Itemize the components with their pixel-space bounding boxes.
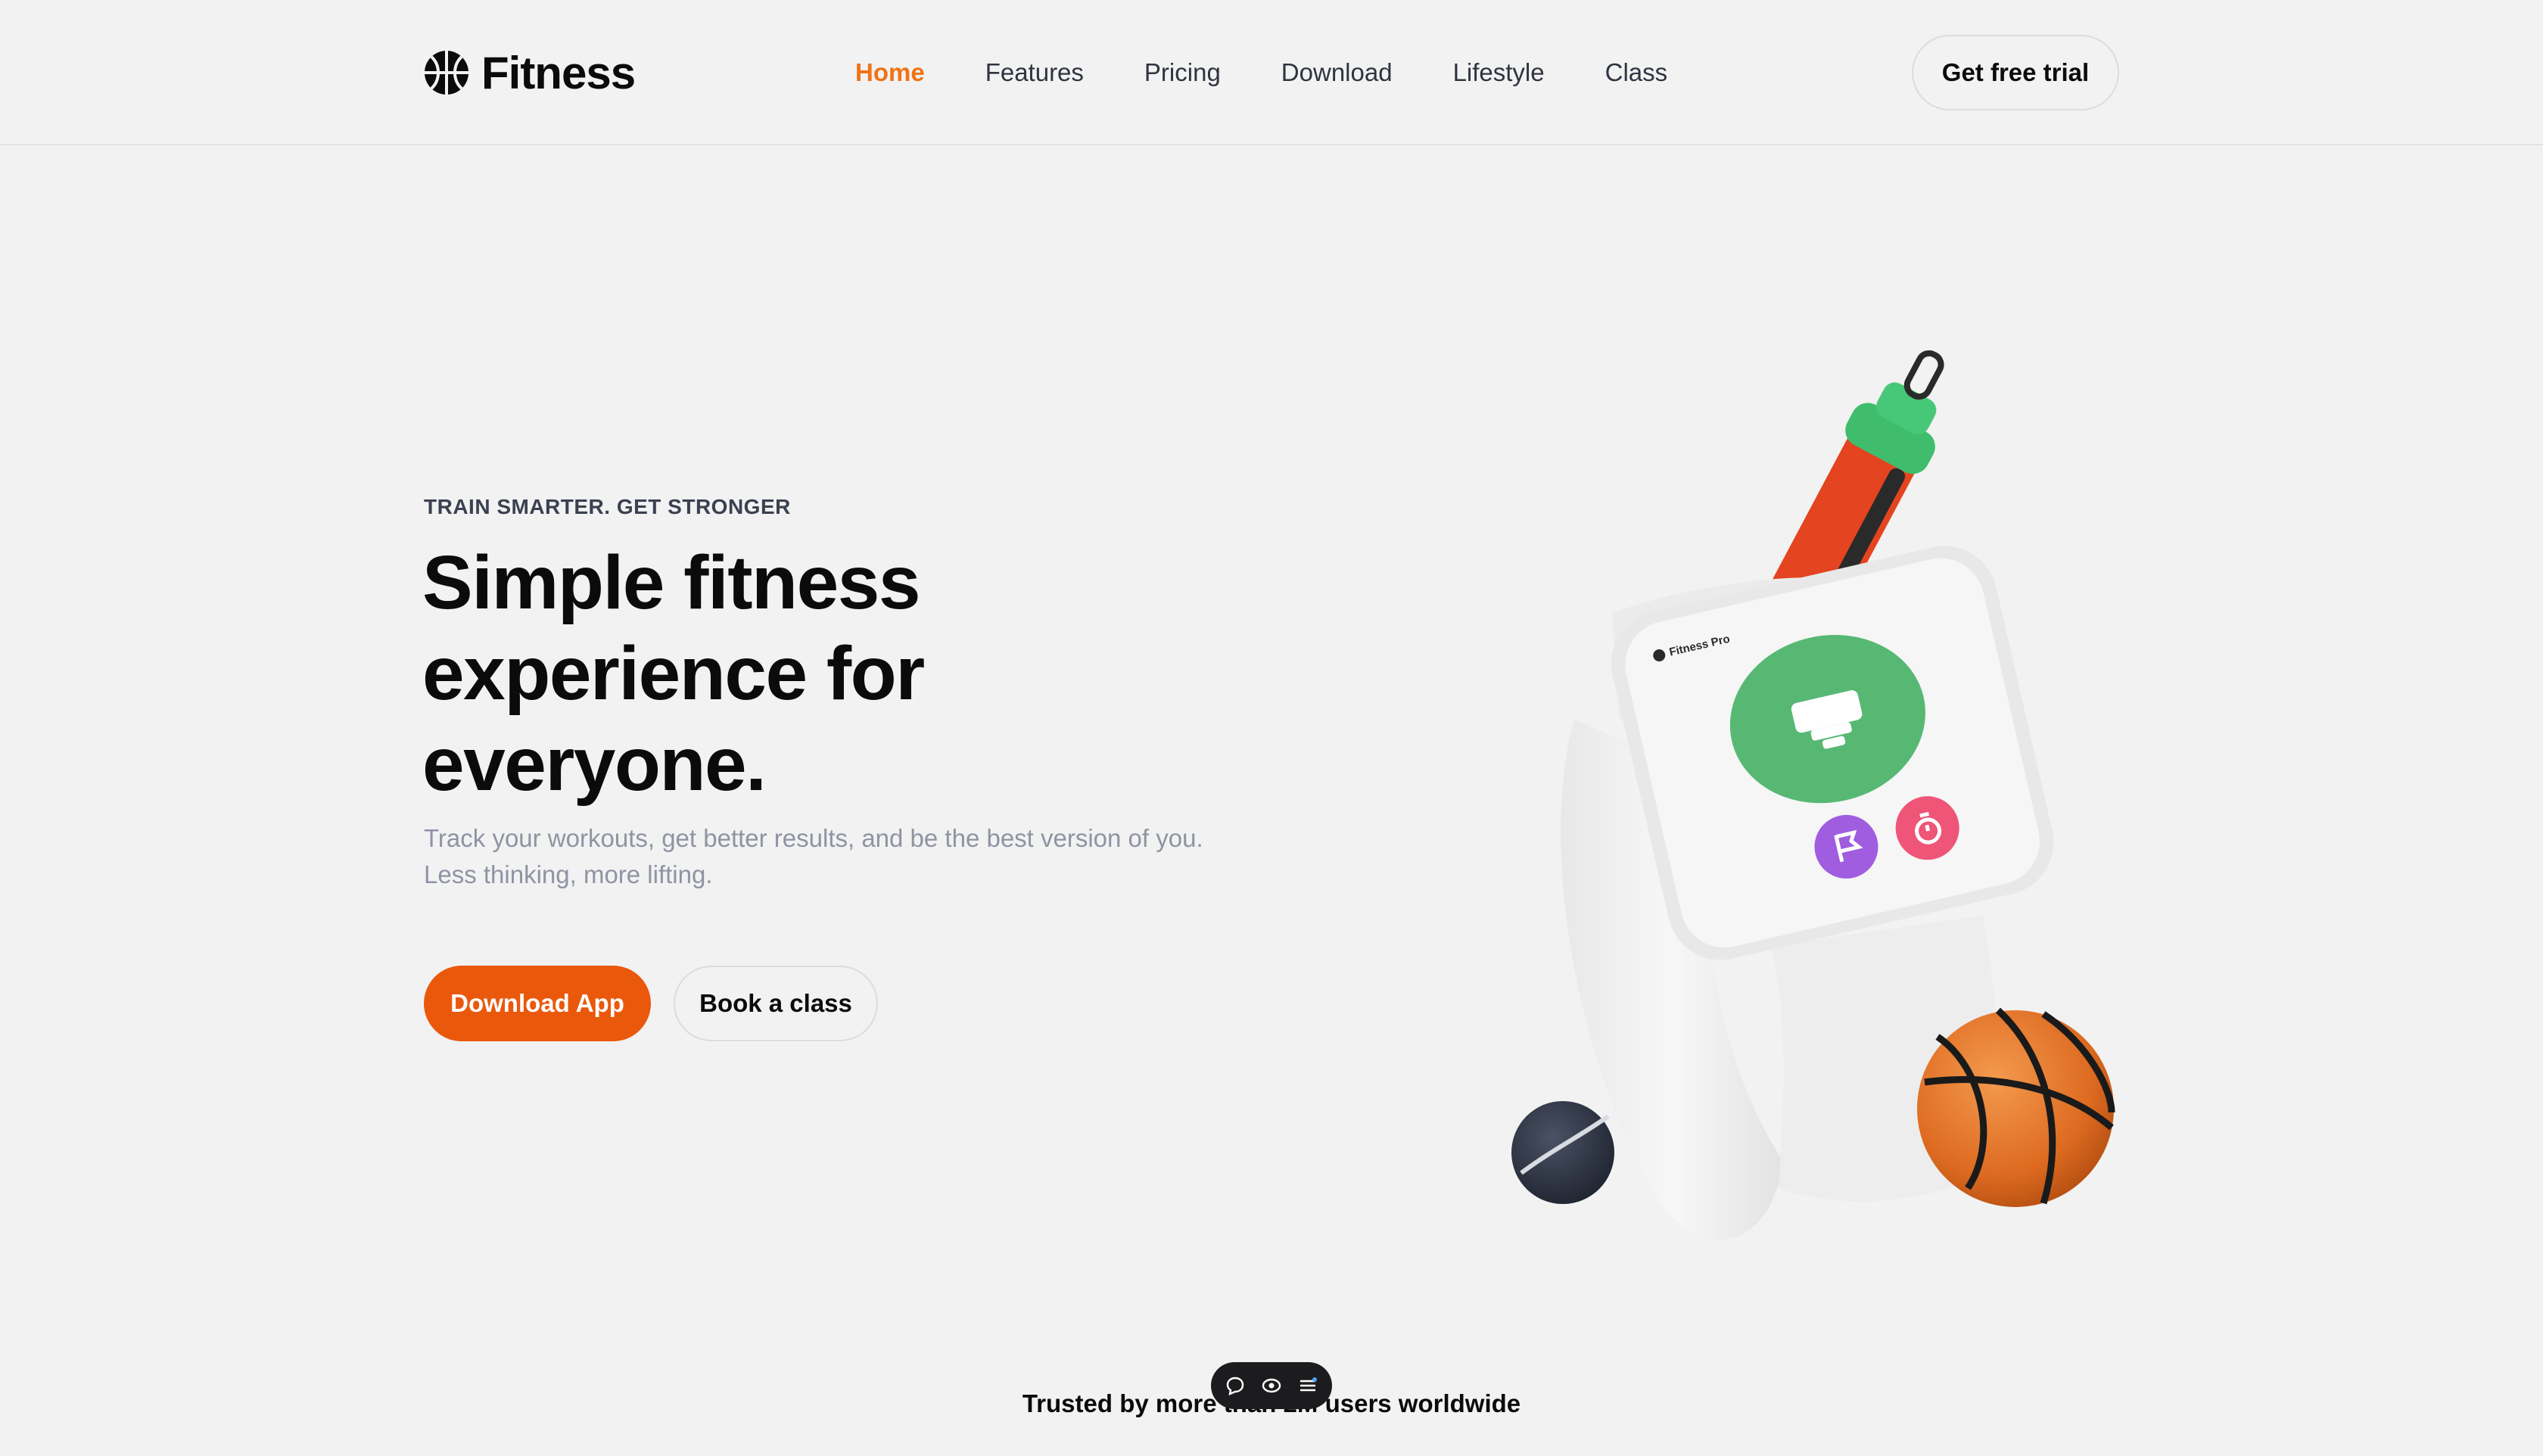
tennis-ball-icon <box>1511 1101 1614 1204</box>
brand-logo[interactable]: Fitness <box>422 47 636 98</box>
hero-subtitle-line: Less thinking, more lifting. <box>424 860 713 888</box>
main-nav: Home Features Pricing Download Lifestyle… <box>855 53 1667 92</box>
nav-item-home[interactable]: Home <box>855 58 925 87</box>
download-app-button[interactable]: Download App <box>424 966 651 1041</box>
floating-toolbar <box>1211 1362 1332 1409</box>
hero-title-line: experience for <box>422 631 925 716</box>
brand-name: Fitness <box>481 47 636 98</box>
eye-icon[interactable] <box>1260 1374 1283 1397</box>
hero-title-line: Simple fitness <box>422 540 920 625</box>
nav-item-class[interactable]: Class <box>1605 58 1668 87</box>
fitness-illustration: Fitness Pro <box>1511 350 2115 1240</box>
list-icon[interactable] <box>1296 1374 1319 1397</box>
nav-item-download[interactable]: Download <box>1281 58 1393 87</box>
hero-eyebrow: TRAIN SMARTER. GET STRONGER <box>424 495 791 518</box>
basketball-icon <box>1917 1007 2115 1207</box>
basketball-logo-icon <box>425 51 468 95</box>
hero-subtitle: Track your workouts, get better results,… <box>424 820 1332 893</box>
book-class-button[interactable]: Book a class <box>674 966 878 1041</box>
nav-item-pricing[interactable]: Pricing <box>1144 58 1221 87</box>
get-free-trial-button[interactable]: Get free trial <box>1912 35 2119 110</box>
hero-subtitle-line: Track your workouts, get better results,… <box>424 824 1203 852</box>
comment-icon[interactable] <box>1224 1374 1247 1397</box>
site-header: Fitness Home Features Pricing Download L… <box>0 0 2543 145</box>
nav-item-features[interactable]: Features <box>985 58 1084 87</box>
hero-title: Simple fitness experience for everyone. <box>422 537 1103 810</box>
hero-illustration: Fitness Pro <box>1468 325 2149 1249</box>
hero-title-line: everyone. <box>422 722 767 807</box>
nav-item-lifestyle[interactable]: Lifestyle <box>1453 58 1545 87</box>
